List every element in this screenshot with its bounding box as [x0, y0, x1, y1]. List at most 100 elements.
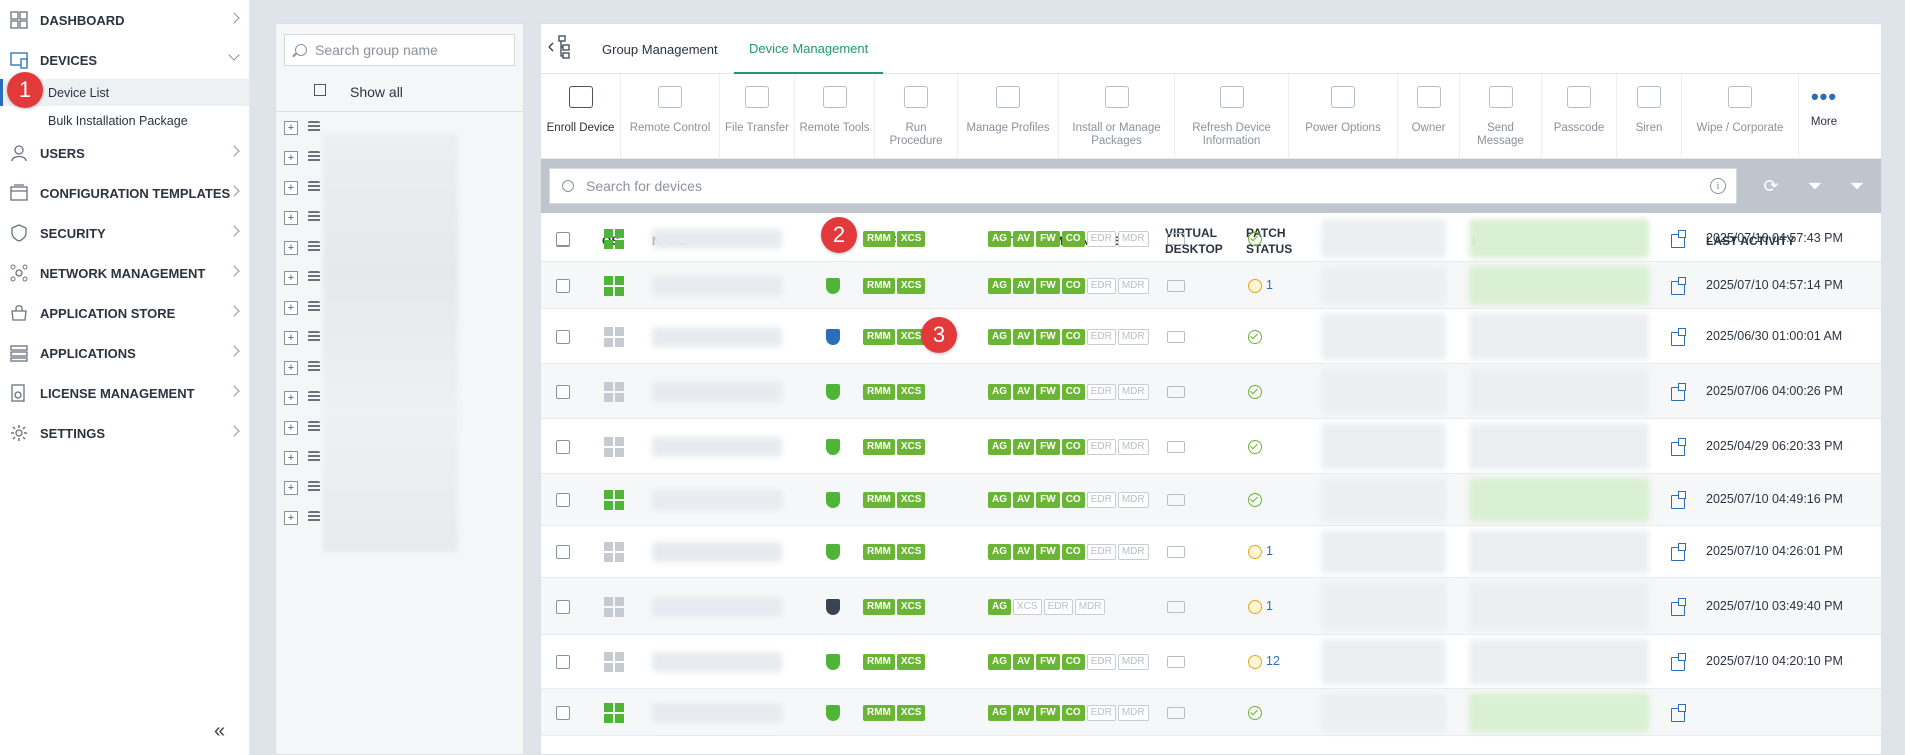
- tab-device-management[interactable]: Device Management: [734, 24, 884, 74]
- device-name-redacted[interactable]: [652, 542, 782, 562]
- clear-filter-icon[interactable]: ⏷: [1805, 176, 1825, 196]
- expand-icon[interactable]: +: [284, 481, 298, 495]
- power-options-button[interactable]: Power Options: [1289, 74, 1398, 159]
- remote-tools-button[interactable]: Remote Tools: [795, 74, 875, 159]
- show-all-button[interactable]: Show all: [276, 72, 523, 112]
- patch-ok-icon[interactable]: [1248, 232, 1262, 246]
- install-or-manage-packages-button[interactable]: Install or Manage Packages: [1059, 74, 1175, 159]
- virtual-desktop-icon[interactable]: [1167, 331, 1185, 343]
- remote-connect-icon[interactable]: [1671, 704, 1686, 722]
- virtual-desktop-icon[interactable]: [1167, 494, 1185, 506]
- passcode-button[interactable]: Passcode: [1542, 74, 1617, 159]
- sidebar-item-security[interactable]: SECURITY: [0, 213, 250, 253]
- virtual-desktop-icon[interactable]: [1167, 386, 1185, 398]
- row-checkbox[interactable]: [556, 279, 570, 293]
- patch-count[interactable]: 1: [1266, 599, 1273, 613]
- expand-icon[interactable]: +: [284, 331, 298, 345]
- tree-toggle-icon[interactable]: [547, 34, 571, 60]
- sidebar-item-dashboard[interactable]: DASHBOARD: [0, 0, 250, 40]
- device-name-redacted[interactable]: [652, 597, 782, 617]
- virtual-desktop-icon[interactable]: [1167, 280, 1185, 292]
- patch-ok-icon[interactable]: [1248, 440, 1262, 454]
- virtual-desktop-icon[interactable]: [1167, 546, 1185, 558]
- row-checkbox[interactable]: [556, 600, 570, 614]
- device-name-redacted[interactable]: [652, 703, 782, 723]
- virtual-desktop-icon[interactable]: [1167, 656, 1185, 668]
- patch-ok-icon[interactable]: [1248, 330, 1262, 344]
- table-row[interactable]: RMM XCS AG AV FW CO EDR MDR 2025/07/10 04:57:43 …: [541, 215, 1881, 262]
- run-procedure-button[interactable]: Run Procedure: [875, 74, 958, 159]
- refresh-device-information-button[interactable]: Refresh Device Information: [1175, 74, 1289, 159]
- device-name-redacted[interactable]: [652, 382, 782, 402]
- row-checkbox[interactable]: [556, 545, 570, 559]
- expand-icon[interactable]: +: [284, 301, 298, 315]
- device-name-redacted[interactable]: [652, 229, 782, 249]
- device-name-redacted[interactable]: [652, 437, 782, 457]
- patch-ok-icon[interactable]: [1248, 493, 1262, 507]
- table-row[interactable]: RMM XCS AG AV FW CO EDR MDR 12 2025/07/10 04:20:1…: [541, 635, 1881, 689]
- table-row[interactable]: RMM XCS AG AV FW CO EDR MDR 1 2025/07/10 04:26:01…: [541, 526, 1881, 578]
- patch-warning-icon[interactable]: [1248, 655, 1262, 669]
- sidebar-item-applications[interactable]: APPLICATIONS: [0, 333, 250, 373]
- remote-connect-icon[interactable]: [1671, 491, 1686, 509]
- sidebar-item-devices[interactable]: DEVICES: [0, 40, 250, 80]
- tab-group-management[interactable]: Group Management: [602, 24, 718, 74]
- group-search-input[interactable]: Search group name: [284, 34, 515, 66]
- table-row[interactable]: RMM XCS AG AV FW CO EDR MDR 1 2025/07/10 04:57:14…: [541, 262, 1881, 309]
- expand-icon[interactable]: +: [284, 511, 298, 525]
- siren-button[interactable]: Siren: [1617, 74, 1682, 159]
- expand-icon[interactable]: +: [284, 421, 298, 435]
- sidebar-item-configuration-templates[interactable]: CONFIGURATION TEMPLATES: [0, 173, 250, 213]
- owner-button[interactable]: Owner: [1398, 74, 1460, 159]
- row-checkbox[interactable]: [556, 440, 570, 454]
- patch-ok-icon[interactable]: [1248, 706, 1262, 720]
- remote-connect-icon[interactable]: [1671, 438, 1686, 456]
- row-checkbox[interactable]: [556, 706, 570, 720]
- send-message-button[interactable]: Send Message: [1460, 74, 1542, 159]
- expand-icon[interactable]: +: [284, 121, 298, 135]
- patch-ok-icon[interactable]: [1248, 385, 1262, 399]
- row-checkbox[interactable]: [556, 385, 570, 399]
- table-row[interactable]: RMM XCS AG AV FW CO EDR MDR 2025/07/10 04:49:16 …: [541, 474, 1881, 526]
- patch-count[interactable]: 12: [1266, 654, 1280, 668]
- expand-icon[interactable]: +: [284, 241, 298, 255]
- device-name-redacted[interactable]: [652, 276, 782, 296]
- wipe-corporate-button[interactable]: Wipe / Corporate: [1682, 74, 1799, 159]
- remote-control-button[interactable]: Remote Control: [621, 74, 720, 159]
- row-checkbox[interactable]: [556, 655, 570, 669]
- row-checkbox[interactable]: [556, 493, 570, 507]
- remote-connect-icon[interactable]: [1671, 383, 1686, 401]
- more-button[interactable]: ••• More: [1799, 74, 1849, 159]
- manage-profiles-button[interactable]: Manage Profiles: [958, 74, 1059, 159]
- virtual-desktop-icon[interactable]: [1167, 441, 1185, 453]
- sidebar-item-settings[interactable]: SETTINGS: [0, 413, 250, 453]
- patch-count[interactable]: 1: [1266, 544, 1273, 558]
- file-transfer-button[interactable]: File Transfer: [720, 74, 795, 159]
- expand-icon[interactable]: +: [284, 211, 298, 225]
- remote-connect-icon[interactable]: [1671, 653, 1686, 671]
- patch-warning-icon[interactable]: [1248, 279, 1262, 293]
- device-name-redacted[interactable]: [652, 652, 782, 672]
- sidebar-item-license-management[interactable]: LICENSE MANAGEMENT: [0, 373, 250, 413]
- collapse-sidebar-button[interactable]: «: [214, 720, 225, 743]
- table-row[interactable]: RMM XCS AG AV FW CO EDR MDR 2025/07/06 04:00:26 …: [541, 364, 1881, 419]
- sidebar-subitem-bulk-installation-package[interactable]: Bulk Installation Package: [0, 107, 249, 134]
- sidebar-item-users[interactable]: USERS: [0, 133, 250, 173]
- device-name-redacted[interactable]: [652, 327, 782, 347]
- patch-count[interactable]: 1: [1266, 278, 1273, 292]
- sidebar-item-application-store[interactable]: APPLICATION STORE: [0, 293, 250, 333]
- row-checkbox[interactable]: [556, 330, 570, 344]
- remote-connect-icon[interactable]: [1671, 230, 1686, 248]
- row-checkbox[interactable]: [556, 232, 570, 246]
- virtual-desktop-icon[interactable]: [1167, 707, 1185, 719]
- device-search-input[interactable]: Search for devices i: [549, 168, 1737, 204]
- remote-connect-icon[interactable]: [1671, 277, 1686, 295]
- expand-icon[interactable]: +: [284, 451, 298, 465]
- sidebar-item-network-management[interactable]: NETWORK MANAGEMENT: [0, 253, 250, 293]
- info-icon[interactable]: i: [1710, 178, 1726, 194]
- table-row[interactable]: RMM XCS AG AV FW CO EDR MDR: [541, 689, 1881, 736]
- remote-connect-icon[interactable]: [1671, 543, 1686, 561]
- expand-icon[interactable]: +: [284, 361, 298, 375]
- virtual-desktop-icon[interactable]: [1167, 233, 1185, 245]
- refresh-icon[interactable]: ⟳: [1761, 176, 1781, 196]
